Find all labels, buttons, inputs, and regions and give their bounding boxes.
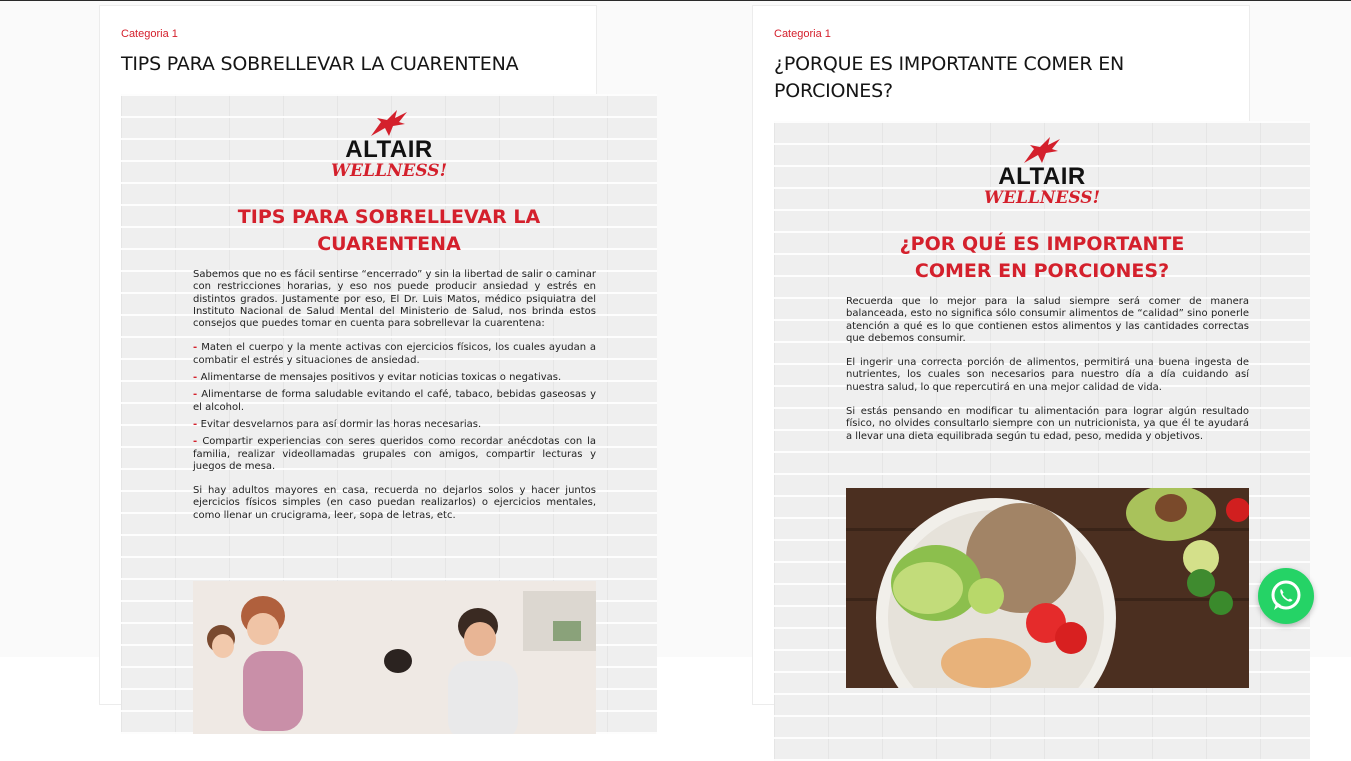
family-photo-illustration bbox=[193, 581, 596, 734]
poster-intro: Sabemos que no es fácil sentirse “encerr… bbox=[193, 269, 596, 330]
eagle-logo-icon bbox=[371, 110, 407, 136]
poster-closing: Si hay adultos mayores en casa, recuerda… bbox=[193, 485, 596, 521]
whatsapp-icon bbox=[1271, 580, 1301, 610]
logo-tagline: WELLNESS! bbox=[330, 161, 448, 181]
bullet-dash: - bbox=[193, 436, 203, 448]
poster-bullet: - Evitar desvelarnos para así dormir las… bbox=[193, 419, 596, 431]
logo-tagline: WELLNESS! bbox=[983, 188, 1101, 208]
logo-wordmark: ALTAIR bbox=[998, 163, 1086, 190]
bullet-text: Maten el cuerpo y la mente activas con e… bbox=[193, 342, 596, 366]
poster-heading: ¿POR QUÉ ES IMPORTANTE COMER EN PORCIONE… bbox=[774, 231, 1310, 285]
altair-wellness-logo: ALTAIR WELLNESS! bbox=[121, 108, 657, 180]
bullet-text: Compartir experiencias con seres querido… bbox=[193, 436, 596, 472]
poster-body-text: Sabemos que no es fácil sentirse “encerr… bbox=[193, 269, 596, 534]
poster-heading-line: ¿POR QUÉ ES IMPORTANTE bbox=[899, 233, 1185, 255]
post-category-link[interactable]: Categoria 1 bbox=[774, 28, 831, 40]
bullet-dash: - bbox=[193, 342, 202, 354]
bullet-dash: - bbox=[193, 372, 201, 384]
post-title-link[interactable]: TIPS PARA SOBRELLEVAR LA CUARENTENA bbox=[121, 51, 601, 78]
logo-wordmark: ALTAIR bbox=[345, 136, 433, 163]
blog-post-card[interactable]: Categoria 1 TIPS PARA SOBRELLEVAR LA CUA… bbox=[99, 5, 657, 734]
poster-paragraph: Si estás pensando en modificar tu alimen… bbox=[846, 406, 1249, 442]
poster-bullet: - Compartir experiencias con seres queri… bbox=[193, 436, 596, 473]
post-title-link[interactable]: ¿PORQUE ES IMPORTANTE COMER EN PORCIONES… bbox=[774, 51, 1194, 105]
poster-heading-line: CUARENTENA bbox=[317, 233, 461, 255]
blog-post-card[interactable]: Categoria 1 ¿PORQUE ES IMPORTANTE COMER … bbox=[752, 5, 1310, 761]
bullet-text: Evitar desvelarnos para así dormir las h… bbox=[200, 418, 482, 430]
poster-heading-line: TIPS PARA SOBRELLEVAR LA bbox=[237, 206, 541, 228]
poster-heading: TIPS PARA SOBRELLEVAR LA CUARENTENA bbox=[121, 204, 657, 258]
poster-bullet: - Maten el cuerpo y la mente activas con… bbox=[193, 342, 596, 367]
poster-bullet: - Alimentarse de forma saludable evitand… bbox=[193, 389, 596, 414]
family-photo bbox=[193, 581, 596, 734]
poster-heading-line: COMER EN PORCIONES? bbox=[914, 260, 1170, 282]
poster-body-text: Recuerda que lo mejor para la salud siem… bbox=[846, 296, 1249, 455]
bullet-text: Alimentarse de forma saludable evitando … bbox=[193, 389, 596, 413]
salad-bowl-illustration bbox=[846, 488, 1249, 688]
salad-bowl-photo bbox=[846, 488, 1249, 688]
bullet-dash: - bbox=[193, 418, 201, 430]
whatsapp-button[interactable] bbox=[1258, 568, 1314, 624]
altair-wellness-logo: ALTAIR WELLNESS! bbox=[774, 135, 1310, 207]
post-featured-image[interactable]: ALTAIR WELLNESS! TIPS PARA SOBRELLEVAR L… bbox=[121, 94, 657, 734]
eagle-logo-icon bbox=[1024, 137, 1060, 163]
post-category-link[interactable]: Categoria 1 bbox=[121, 28, 178, 40]
poster-bullet: - Alimentarse de mensajes positivos y ev… bbox=[193, 372, 596, 384]
post-featured-image[interactable]: ALTAIR WELLNESS! ¿POR QUÉ ES IMPORTANTE … bbox=[774, 121, 1310, 761]
bullet-text: Alimentarse de mensajes positivos y evit… bbox=[200, 372, 562, 384]
poster-paragraph: Recuerda que lo mejor para la salud siem… bbox=[846, 296, 1249, 344]
poster-paragraph: El ingerir una correcta porción de alime… bbox=[846, 357, 1249, 393]
